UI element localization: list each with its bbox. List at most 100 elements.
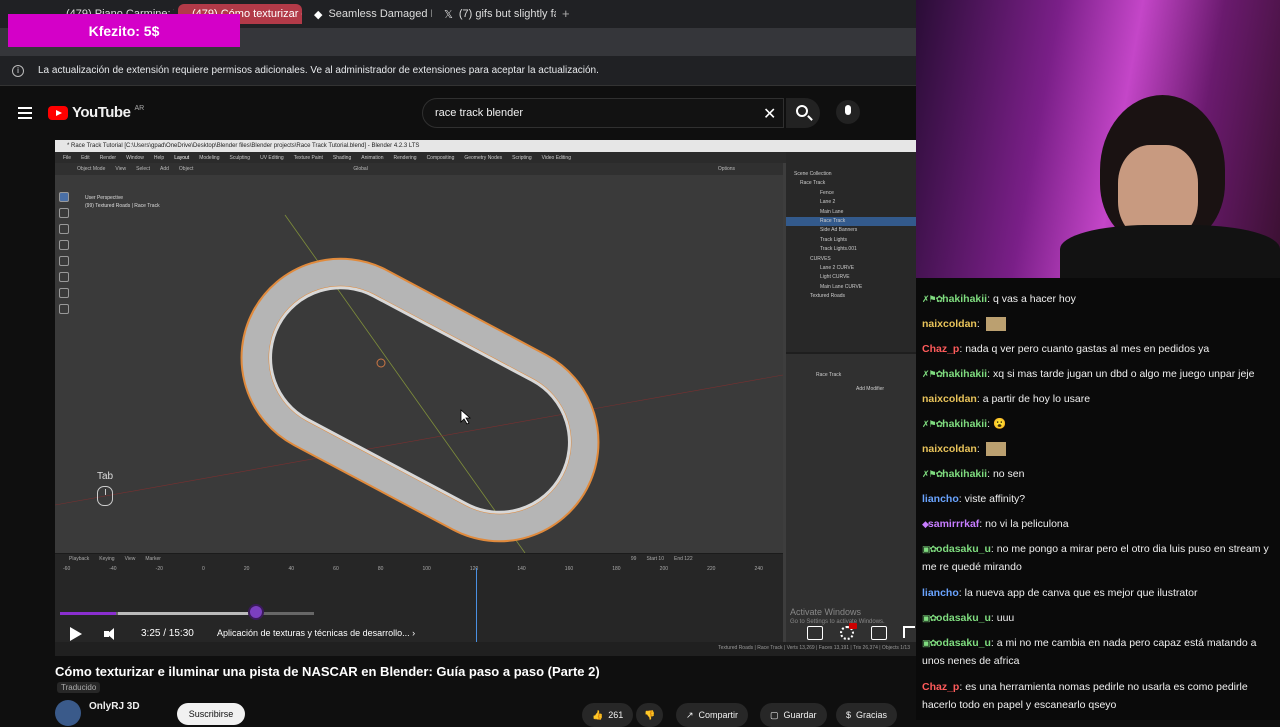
chat-text: nada q ver pero cuanto gastas al mes en …	[965, 343, 1210, 355]
measure-tool-icon	[59, 304, 69, 314]
blender-tool-shelf	[59, 192, 73, 344]
save-button[interactable]: ▢ Guardar	[760, 703, 827, 727]
chat-username[interactable]: naixcoldan	[922, 443, 977, 455]
chat-message: naixcoldan: a partir de hoy lo usare	[922, 393, 1091, 405]
blender-status-bar: Textured Roads | Race Track | Verts 13,2…	[55, 642, 916, 656]
chat-emote-icon	[985, 442, 1006, 457]
chat-text: a partir de hoy lo usare	[982, 393, 1091, 405]
blender-properties-panel: Race Track Add Modifier	[786, 352, 916, 648]
theater-mode-icon[interactable]	[871, 626, 887, 640]
timeline-tick-label: 180	[612, 566, 621, 572]
timeline-tick-label: 220	[707, 566, 716, 572]
progress-scrubber[interactable]	[248, 604, 264, 620]
chat-text: xq si mas tarde jugan un dbd o algo me j…	[992, 368, 1255, 380]
chat-text: es una herramienta nomas pedirle no usar…	[922, 681, 1248, 711]
chat-username[interactable]: hakihakii	[942, 293, 987, 305]
thumbs-down-icon: 👎	[644, 709, 656, 720]
chat-username[interactable]: liancho	[922, 587, 959, 599]
timeline-tick-label: 120	[469, 566, 479, 572]
chapter-button[interactable]: Aplicación de texturas y técnicas de des…	[217, 628, 415, 638]
timeline-tick-label: 20	[243, 566, 250, 572]
chat-badges-icon: ✗⚑✿	[922, 369, 943, 379]
translated-badge: Traducido	[57, 682, 101, 693]
blender-3d-viewport	[55, 175, 784, 554]
play-icon[interactable]	[70, 627, 82, 641]
chat-message: naixcoldan:	[922, 316, 1276, 334]
timeline-tick-label: -20	[155, 566, 163, 572]
channel-avatar[interactable]	[55, 700, 81, 726]
site-favicon-icon: ◆	[314, 8, 323, 21]
thanks-button[interactable]: $ Gracias	[836, 703, 898, 727]
chat-message: ✗⚑✿hakihakii: no sen	[922, 466, 1276, 484]
channel-name[interactable]: OnlyRJ 3D	[89, 701, 140, 712]
chat-message: ✗⚑✿hakihakii: xq si mas tarde jugan un d…	[922, 366, 1276, 384]
browser-tab[interactable]: ◆Seamless Damaged Road	[306, 4, 432, 24]
chat-message: ▣✿odasaku_u: a mi no me cambia en nada p…	[922, 637, 1257, 667]
new-tab-button[interactable]: +	[562, 6, 570, 21]
chat-username[interactable]: odasaku_u	[936, 637, 991, 649]
timeline-tick-label: 240	[754, 566, 763, 572]
clear-search-icon[interactable]: ✕	[763, 104, 776, 124]
chat-username[interactable]: hakihakii	[942, 368, 987, 380]
search-input[interactable]: race track blender	[422, 98, 784, 128]
subscribe-button[interactable]: Suscribirse	[177, 703, 245, 725]
chat-badges-icon: ✗⚑✿	[922, 469, 943, 479]
volume-icon[interactable]	[104, 628, 118, 640]
rotate-tool-icon	[59, 240, 69, 250]
like-button[interactable]: 👍 261	[582, 703, 634, 727]
timeline-tick-label: 200	[659, 566, 669, 572]
info-icon: i	[12, 64, 24, 77]
youtube-logo[interactable]: YouTube AR	[48, 104, 144, 121]
chat-username[interactable]: odasaku_u	[936, 543, 991, 555]
timeline-tick-label: 40	[288, 566, 295, 572]
dislike-button[interactable]: 👎	[636, 703, 664, 727]
timeline-tick-label: -40	[109, 566, 117, 572]
chat-username[interactable]: hakihakii	[942, 418, 987, 430]
timeline-tick-label: -60	[63, 566, 71, 572]
video-title: Cómo texturizar e iluminar una pista de …	[55, 664, 600, 679]
chat-username[interactable]: liancho	[922, 493, 959, 505]
move-tool-icon	[59, 224, 69, 234]
chat-username[interactable]: samirrrkaf	[928, 518, 979, 530]
chat-username[interactable]: Chaz_p	[922, 681, 959, 693]
chat-username[interactable]: naixcoldan	[922, 318, 977, 330]
subtitles-icon[interactable]	[807, 626, 823, 640]
thanks-icon: $	[846, 710, 852, 720]
browser-tab[interactable]: 𝕏(7) gifs but slightly faster e	[436, 4, 556, 24]
chat-text: no sen	[992, 468, 1025, 480]
webcam-body	[1060, 225, 1280, 285]
extension-info-bar: i La actualización de extensión requiere…	[0, 56, 916, 86]
chat-message: Chaz_p: es una herramienta nomas pedirle…	[922, 681, 1248, 711]
timeline-tick-label: 0	[201, 566, 205, 572]
chat-message: Chaz_p: nada q ver pero cuanto gastas al…	[922, 343, 1210, 355]
chat-username[interactable]: odasaku_u	[936, 612, 991, 624]
chat-text: viste affinity?	[964, 493, 1026, 505]
share-button[interactable]: ↗ Compartir	[676, 703, 749, 727]
donation-alert: Kfezito: 5$	[8, 14, 240, 47]
timeline-tick-label: 80	[377, 566, 384, 572]
voice-search-icon[interactable]	[836, 100, 860, 124]
video-player[interactable]: * Race Track Tutorial [C:\Users\gpad\One…	[55, 140, 916, 656]
info-text: La actualización de extensión requiere p…	[38, 65, 599, 76]
chat-emote-icon	[985, 317, 1006, 332]
chat-badges-icon: ✗⚑✿	[922, 419, 943, 429]
progress-buffered	[118, 612, 248, 615]
mouse-cursor-icon	[460, 409, 472, 425]
chat-badges-icon: ▣✿	[922, 544, 937, 554]
chat-message: liancho: viste affinity?	[922, 493, 1026, 505]
fullscreen-icon[interactable]	[903, 626, 915, 638]
chat-text: 😮	[992, 418, 1007, 430]
share-icon: ↗	[686, 709, 694, 720]
chevron-right-icon: ›	[412, 628, 416, 638]
chat-message: liancho: la nueva app de canva que es me…	[922, 587, 1198, 599]
menu-icon[interactable]	[18, 107, 32, 119]
chat-username[interactable]: Chaz_p	[922, 343, 959, 355]
chat-username[interactable]: naixcoldan	[922, 393, 977, 405]
search-button[interactable]	[786, 98, 820, 128]
chat-username[interactable]: hakihakii	[942, 468, 987, 480]
annotate-tool-icon	[59, 288, 69, 298]
viewport-label: User Perspective (99) Textured Roads | R…	[85, 195, 160, 209]
x-favicon-icon: 𝕏	[444, 8, 453, 21]
chat-badges-icon: ✗⚑✿	[922, 294, 943, 304]
timeline-tick-label: 160	[564, 566, 574, 572]
